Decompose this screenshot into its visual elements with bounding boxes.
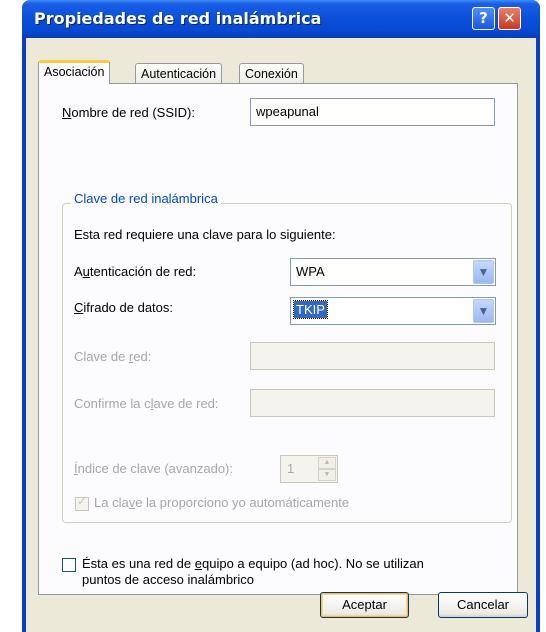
confirm-key-input[interactable]	[250, 389, 495, 417]
key-index-stepper[interactable]: 1 ▲ ▼	[280, 455, 338, 483]
network-key-label: Clave de red:	[74, 349, 152, 364]
dialog-client-area: Asociación Autenticación Conexión Nombre…	[26, 38, 536, 632]
adhoc-label-line1: Ésta es una red de equipo a equipo (ad h…	[82, 556, 424, 571]
check-icon: ✓	[77, 494, 88, 508]
cipher-label: Cifrado de datos:	[74, 300, 174, 315]
key-index-label: Índice de clave (avanzado):	[74, 461, 233, 476]
key-index-value: 1	[287, 461, 295, 476]
close-button[interactable]: ✕	[498, 7, 521, 30]
cipher-selected-value: TKIP	[293, 300, 328, 319]
auth-label: Autenticación de red:	[74, 264, 197, 279]
help-button[interactable]: ?	[472, 7, 495, 30]
chevron-down-icon[interactable]: ▼	[473, 260, 494, 284]
auth-select[interactable]: WPA ▼	[290, 258, 496, 286]
auto-key-checkbox[interactable]: ✓	[75, 494, 89, 511]
dialog-window: Propiedades de red inalámbrica ? ✕ Asoci…	[22, 0, 540, 632]
chevron-down-icon[interactable]: ▼	[473, 299, 494, 323]
network-key-input[interactable]	[250, 342, 495, 370]
ssid-label: Nombre de red (SSID):	[62, 105, 195, 120]
spin-down-icon[interactable]: ▼	[318, 469, 336, 481]
tab-asociacion[interactable]: Asociación	[38, 60, 111, 84]
key-requirement-text: Esta red requiere una clave para lo sigu…	[74, 227, 336, 242]
ssid-input[interactable]: wpeapunal	[250, 98, 495, 126]
confirm-key-label: Confirme la clave de red:	[74, 396, 219, 411]
window-title: Propiedades de red inalámbrica	[34, 9, 322, 28]
adhoc-checkbox[interactable]	[62, 558, 76, 572]
tab-autenticacion[interactable]: Autenticación	[135, 63, 223, 84]
tab-panel-asociacion: Nombre de red (SSID): wpeapunal Clave de…	[38, 83, 518, 595]
close-icon: ✕	[503, 9, 516, 27]
ok-button[interactable]: Aceptar	[320, 592, 409, 618]
auto-key-label: La clave la proporciono yo automáticamen…	[94, 495, 350, 510]
cancel-button[interactable]: Cancelar	[438, 592, 528, 618]
help-icon: ?	[479, 9, 488, 27]
tab-conexion[interactable]: Conexión	[239, 63, 304, 84]
cipher-select[interactable]: TKIP ▼	[290, 297, 496, 325]
wireless-key-group-title: Clave de red inalámbrica	[71, 191, 221, 206]
adhoc-label-line2: puntos de acceso inalámbrico	[82, 572, 254, 587]
spin-up-icon[interactable]: ▲	[318, 457, 336, 469]
title-bar[interactable]: Propiedades de red inalámbrica ? ✕	[22, 0, 540, 38]
auth-selected-value: WPA	[296, 264, 325, 279]
